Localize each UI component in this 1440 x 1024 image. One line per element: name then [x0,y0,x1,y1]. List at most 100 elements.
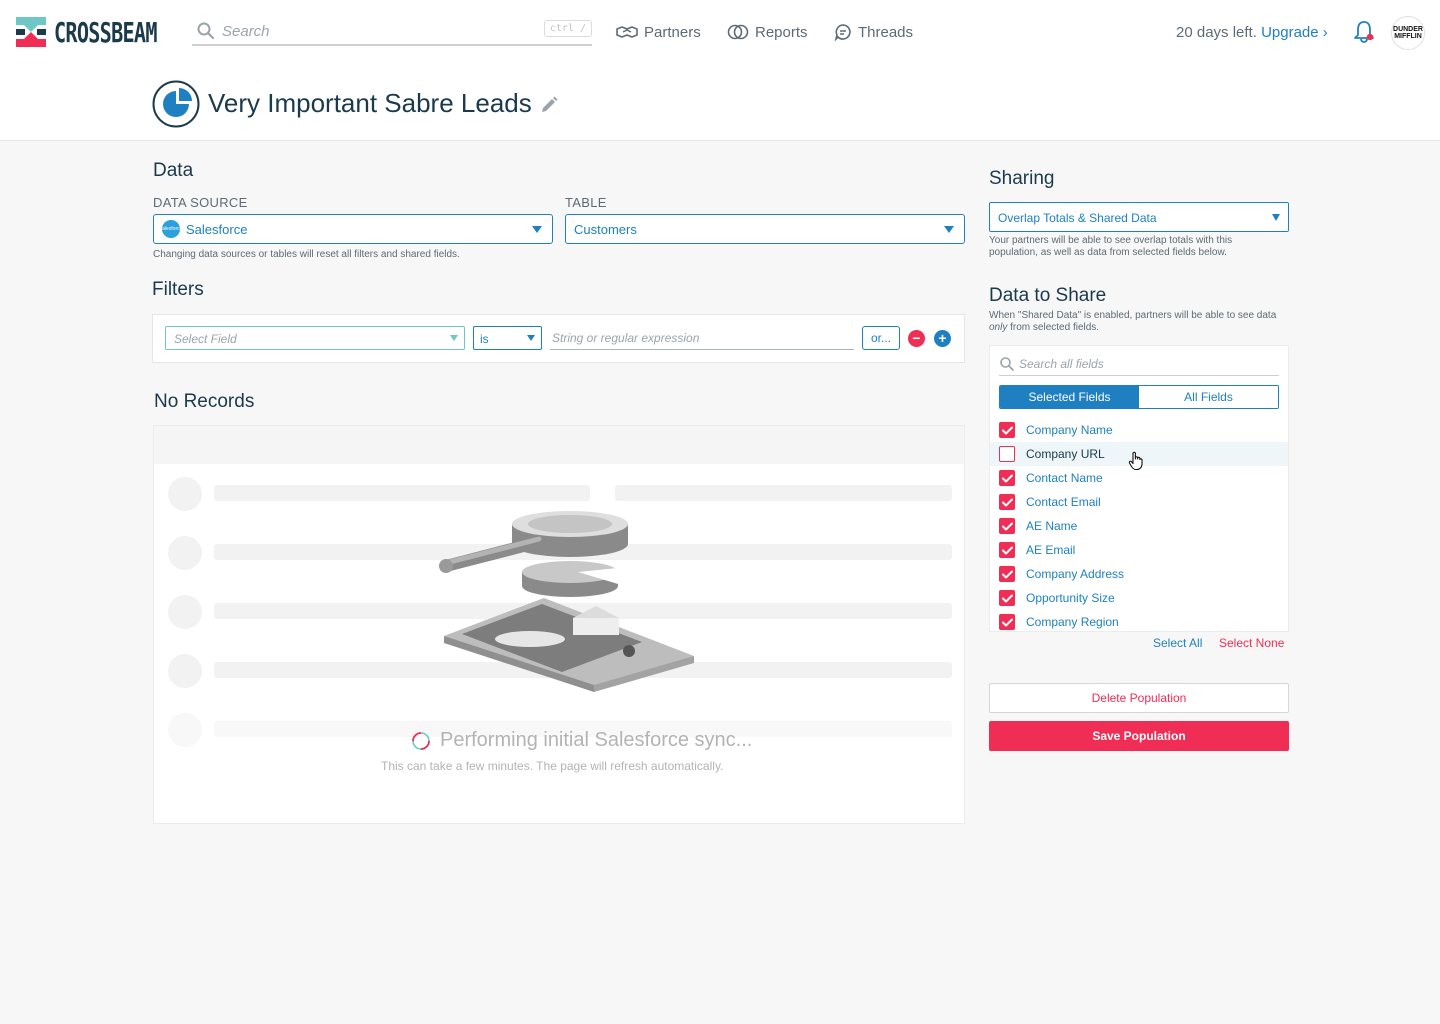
filter-row: Select Field is String or regular expres… [152,314,965,363]
skeleton-avatar [168,477,202,511]
trial-notice: 20 days left. Upgrade › [1176,24,1328,41]
skeleton-avatar [168,595,202,629]
checkbox-checked[interactable] [999,542,1015,558]
skeleton-avatar [168,536,202,570]
data-source-hint: Changing data sources or tables will res… [153,249,460,260]
upgrade-link[interactable]: Upgrade › [1261,24,1328,41]
table-select[interactable]: Customers [565,214,965,244]
data-source-select[interactable]: salesforce Salesforce [153,214,553,244]
account-avatar[interactable]: DUNDER MIFFLIN [1391,16,1425,50]
field-row[interactable]: Company Name [990,418,1288,442]
checkbox-unchecked[interactable] [999,446,1015,462]
sharing-hint: Your partners will be able to see overla… [989,235,1233,258]
filter-field-select[interactable]: Select Field [165,326,465,350]
records-panel: Performing initial Salesforce sync... Th… [153,425,965,824]
data-to-share-hint: When "Shared Data" is enabled, partners … [989,310,1284,334]
handshake-icon [616,26,638,38]
logo-wordmark: CROSSBEAM [54,15,157,49]
sync-title: Performing initial Salesforce sync... [440,729,753,751]
field-label: Opportunity Size [1026,591,1115,605]
search-icon [197,22,215,40]
hint-text: When "Shared Data" is enabled, partners … [989,310,1277,321]
filter-operator-value: is [480,332,489,346]
select-none-link[interactable]: Select None [1219,636,1284,650]
field-row[interactable]: AE Name [990,514,1288,538]
checkbox-checked[interactable] [999,590,1015,606]
or-button[interactable]: or... [862,326,900,350]
chevron-down-icon [944,226,954,233]
page-title: Very Important Sabre Leads [208,88,532,118]
select-all-link[interactable]: Select All [1153,636,1202,650]
records-heading: No Records [154,391,255,412]
population-header: Very Important Sabre Leads [0,64,1440,141]
checkbox-checked[interactable] [999,566,1015,582]
chevron-down-icon [450,335,458,341]
checkmark-icon [1001,618,1013,626]
checkmark-icon [1001,570,1013,578]
add-filter-button[interactable]: + [934,330,951,347]
data-sync-illustration [439,511,694,692]
search-placeholder: Search [222,22,270,40]
field-label: Company Name [1026,423,1113,437]
filter-value-input[interactable]: String or regular expression [550,326,854,350]
checkmark-icon [1001,426,1013,434]
delete-population-button[interactable]: Delete Population [989,683,1289,713]
chevron-down-icon [527,335,535,341]
hint-text-end: from selected fields. [1007,322,1100,333]
checkbox-checked[interactable] [999,470,1015,486]
save-population-button[interactable]: Save Population [989,721,1289,751]
checkbox-checked[interactable] [999,518,1015,534]
nav-reports-label: Reports [755,23,808,41]
data-source-label: DATA SOURCE [153,195,248,210]
hint-emphasis: only [989,322,1008,333]
nav-threads[interactable]: Threads [834,20,913,44]
field-row[interactable]: Opportunity Size [990,586,1288,610]
field-row[interactable]: Company Region [990,610,1288,634]
salesforce-icon: salesforce [160,220,182,238]
field-row[interactable]: Company Address [990,562,1288,586]
field-row[interactable]: Contact Email [990,490,1288,514]
fields-search-input[interactable]: Search all fields [999,352,1279,376]
skeleton-avatar [168,713,202,747]
fields-tab-toggle: Selected Fields All Fields [999,385,1279,409]
search-shortcut-hint: ctrl / [543,20,592,37]
tab-selected-fields[interactable]: Selected Fields [1000,386,1139,408]
population-pie-icon [152,80,200,128]
data-source-value: Salesforce [186,221,248,237]
records-table-header [154,426,964,464]
checkbox-checked[interactable] [999,422,1015,438]
crossbeam-logo-icon [16,17,46,47]
tab-all-fields[interactable]: All Fields [1139,386,1278,408]
checkbox-checked[interactable] [999,614,1015,630]
field-label: Contact Name [1026,471,1103,485]
global-search[interactable]: Search ctrl / [192,18,592,46]
checkmark-icon [1001,594,1013,602]
nav-partners[interactable]: Partners [616,20,701,44]
crossbeam-logo[interactable]: CROSSBEAM [16,15,197,49]
chevron-down-icon [1272,214,1280,221]
data-to-share-heading: Data to Share [989,285,1107,306]
filter-operator-select[interactable]: is [473,326,542,350]
sharing-level-value: Overlap Totals & Shared Data [998,211,1157,225]
field-row[interactable]: AE Email [990,538,1288,562]
skeleton-bar [214,485,590,501]
chevron-down-icon [532,226,542,233]
table-value: Customers [574,221,637,237]
sync-status: Performing initial Salesforce sync... [411,729,752,752]
checkbox-checked[interactable] [999,494,1015,510]
fields-search-placeholder: Search all fields [1019,356,1104,371]
trial-days-left: 20 days left. [1176,24,1257,41]
pencil-icon[interactable] [539,95,559,115]
field-label: Contact Email [1026,495,1101,509]
data-heading: Data [153,160,194,181]
nav-threads-label: Threads [858,23,914,41]
checkmark-icon [1001,522,1013,530]
notifications-icon[interactable] [1353,20,1375,44]
field-label: Company Region [1026,615,1119,629]
remove-filter-button[interactable]: − [908,330,925,347]
nav-reports[interactable]: Reports [727,20,808,44]
checkmark-icon [1001,546,1013,554]
chat-bubble-icon [834,24,851,41]
sharing-level-select[interactable]: Overlap Totals & Shared Data [989,202,1289,232]
checkmark-icon [1001,474,1013,482]
